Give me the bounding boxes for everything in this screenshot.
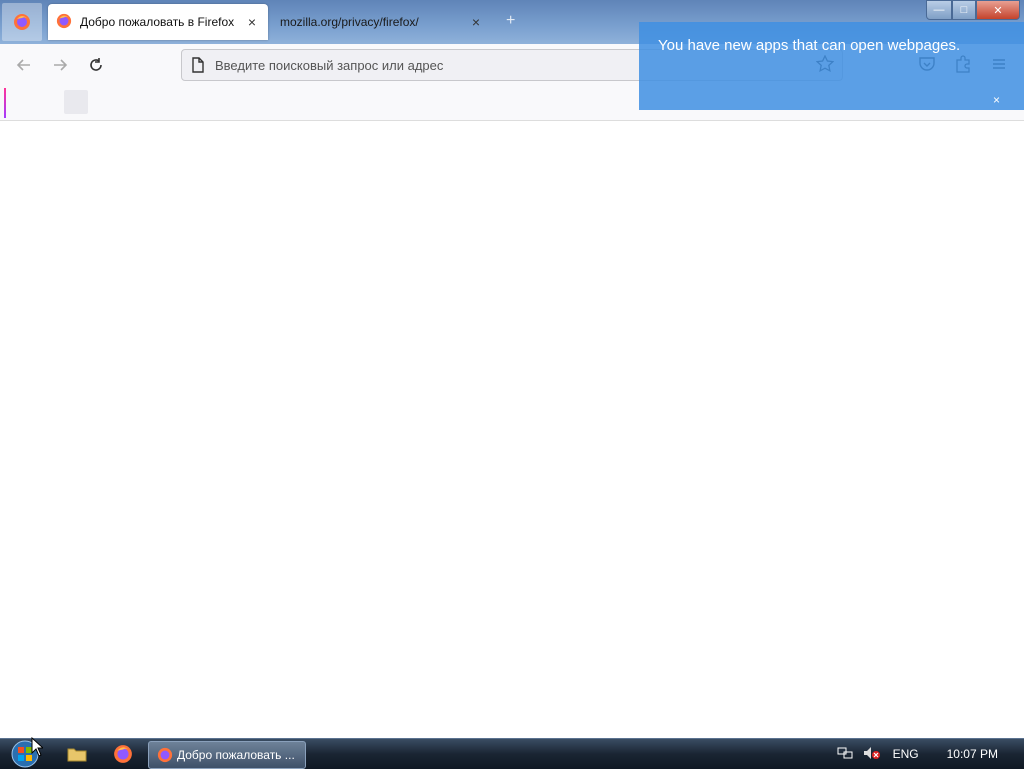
back-button[interactable] xyxy=(12,53,36,77)
tab-label: mozilla.org/privacy/firefox/ xyxy=(280,15,419,29)
maximize-button[interactable]: □ xyxy=(952,0,976,20)
firefox-favicon-icon xyxy=(157,747,173,763)
network-icon[interactable] xyxy=(837,746,853,763)
page-content xyxy=(0,121,1024,738)
taskbar: Добро пожаловать ... ENG 10:07 PM xyxy=(0,738,1024,769)
firefox-logo-icon xyxy=(114,745,132,763)
tab-close-icon[interactable]: × xyxy=(466,14,486,30)
notification-popup[interactable]: You have new apps that can open webpages… xyxy=(639,22,1024,110)
language-indicator[interactable]: ENG xyxy=(893,747,919,761)
minimize-button[interactable]: — xyxy=(926,0,952,20)
taskbar-window-firefox[interactable]: Добро пожаловать ... xyxy=(148,741,306,769)
folder-icon xyxy=(67,748,87,762)
page-icon xyxy=(191,57,205,73)
reload-icon xyxy=(90,58,102,71)
system-tray: ENG 10:07 PM xyxy=(837,739,1024,769)
tab-label: Добро пожаловать в Firefox xyxy=(80,15,235,29)
window-controls: — □ ✕ xyxy=(926,0,1020,20)
mouse-cursor-icon xyxy=(31,736,45,762)
firefox-logo-icon xyxy=(14,14,30,30)
clock[interactable]: 10:07 PM xyxy=(947,747,998,761)
tab-privacy[interactable]: mozilla.org/privacy/firefox/ × xyxy=(272,4,492,40)
accent-line xyxy=(4,88,6,118)
notification-close-icon[interactable]: × xyxy=(993,93,1000,107)
arrow-left-icon xyxy=(16,59,30,71)
placeholder-tile xyxy=(64,90,88,114)
taskbar-window-label: Добро пожаловать ... xyxy=(177,748,295,762)
explorer-taskbar-button[interactable] xyxy=(63,742,91,766)
new-tab-button[interactable]: + xyxy=(506,12,515,30)
volume-muted-icon[interactable] xyxy=(863,746,881,763)
tab-close-icon[interactable]: × xyxy=(242,14,262,30)
firefox-taskbar-button[interactable] xyxy=(109,742,137,766)
firefox-favicon-icon xyxy=(56,13,72,32)
forward-button[interactable] xyxy=(48,53,72,77)
close-window-button[interactable]: ✕ xyxy=(976,0,1020,20)
reload-button[interactable] xyxy=(84,53,108,77)
tab-welcome[interactable]: Добро пожаловать в Firefox × xyxy=(48,4,268,40)
notification-text: You have new apps that can open webpages… xyxy=(658,37,961,54)
firefox-view-button[interactable] xyxy=(2,3,42,41)
arrow-right-icon xyxy=(54,59,68,71)
